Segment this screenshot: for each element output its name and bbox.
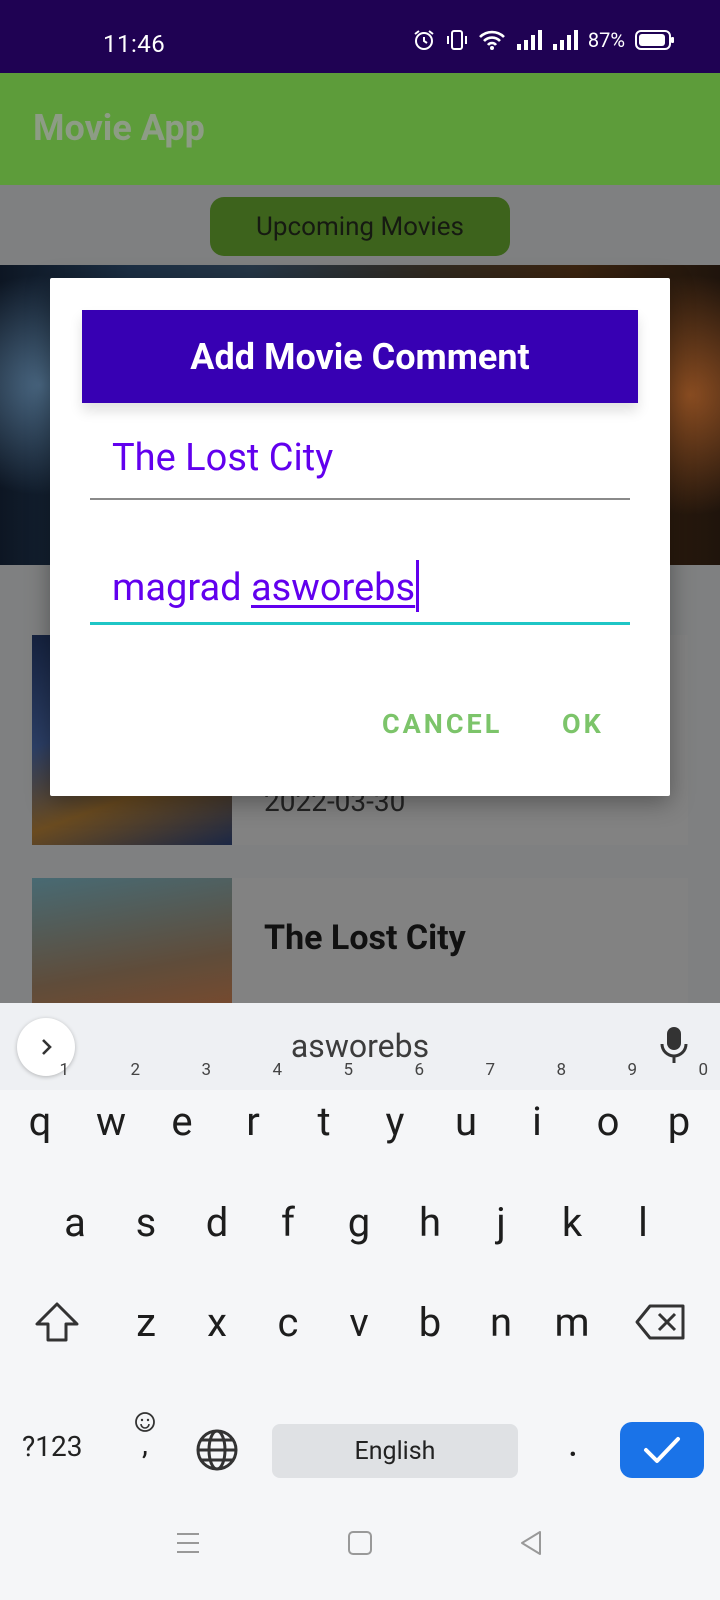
- key-g[interactable]: g: [324, 1183, 394, 1263]
- suggestion-word[interactable]: asworebs: [0, 1027, 720, 1065]
- app-title: Movie App: [33, 107, 205, 149]
- movie-title-field[interactable]: The Lost City: [90, 428, 630, 500]
- key-f[interactable]: f: [253, 1183, 323, 1263]
- key-a[interactable]: a: [40, 1183, 110, 1263]
- shift-key[interactable]: [22, 1280, 92, 1360]
- status-bar: 11:46 87%: [0, 0, 720, 73]
- key-hint-number: 3: [201, 1060, 211, 1080]
- symbols-key[interactable]: ?123: [22, 1430, 82, 1463]
- back-icon[interactable]: [518, 1529, 544, 1557]
- status-time: 11:46: [103, 30, 166, 58]
- key-label: q: [28, 1098, 52, 1145]
- enter-key[interactable]: [620, 1422, 704, 1478]
- key-w[interactable]: w2: [76, 1062, 146, 1162]
- key-s[interactable]: s: [111, 1183, 181, 1263]
- keyboard: q1w2e3r4t5y6u7i8o9p0 asdfghjkl zxcvbnm ?…: [0, 1062, 720, 1510]
- comma-label: ,: [142, 1427, 148, 1462]
- key-c[interactable]: c: [253, 1283, 323, 1363]
- key-label: e: [171, 1098, 193, 1145]
- key-hint-number: 7: [485, 1060, 495, 1080]
- checkmark-icon: [644, 1437, 680, 1463]
- battery-icon: [635, 30, 674, 50]
- signal-icon-1: [516, 30, 542, 50]
- movie-title-value: The Lost City: [112, 436, 334, 480]
- alarm-icon: [414, 30, 434, 50]
- cancel-button[interactable]: CANCEL: [382, 708, 502, 740]
- wifi-icon: [478, 30, 505, 50]
- key-label: i: [532, 1098, 542, 1145]
- key-label: y: [385, 1098, 405, 1145]
- key-k[interactable]: k: [537, 1183, 607, 1263]
- language-key[interactable]: [182, 1408, 252, 1478]
- comment-composing-text: asworebs: [251, 566, 416, 610]
- shift-icon: [35, 1302, 79, 1342]
- key-d[interactable]: d: [182, 1183, 252, 1263]
- key-i[interactable]: i8: [502, 1062, 572, 1162]
- globe-icon: [196, 1429, 238, 1471]
- key-v[interactable]: v: [324, 1283, 394, 1363]
- key-m[interactable]: m: [537, 1283, 607, 1363]
- key-n[interactable]: n: [466, 1283, 536, 1363]
- recent-apps-icon[interactable]: [175, 1530, 201, 1556]
- key-label: t: [317, 1098, 331, 1145]
- upcoming-row: Upcoming Movies: [0, 185, 720, 265]
- key-hint-number: 4: [272, 1060, 282, 1080]
- key-hint-number: 9: [627, 1060, 637, 1080]
- key-label: p: [667, 1098, 691, 1145]
- key-label: u: [454, 1098, 478, 1145]
- home-icon[interactable]: [347, 1530, 373, 1556]
- keyboard-suggestion-bar: asworebs: [0, 1003, 720, 1090]
- key-t[interactable]: t5: [289, 1062, 359, 1162]
- key-o[interactable]: o9: [573, 1062, 643, 1162]
- movie-title: The Lost City: [264, 918, 466, 958]
- key-hint-number: 6: [414, 1060, 424, 1080]
- key-hint-number: 5: [343, 1060, 353, 1080]
- key-x[interactable]: x: [182, 1283, 252, 1363]
- status-icons: 87%: [412, 28, 675, 52]
- comment-field[interactable]: magrad asworebs: [90, 552, 630, 625]
- comment-text: magrad: [112, 566, 251, 610]
- backspace-icon: [635, 1304, 685, 1340]
- key-label: r: [246, 1098, 260, 1145]
- key-u[interactable]: u7: [431, 1062, 501, 1162]
- add-comment-dialog: Add Movie Comment The Lost City magrad a…: [50, 278, 670, 796]
- text-cursor: [416, 560, 420, 612]
- key-y[interactable]: y6: [360, 1062, 430, 1162]
- app-bar: Movie App: [0, 73, 720, 185]
- vibrate-icon: [446, 30, 467, 50]
- voice-input-button[interactable]: [656, 1025, 692, 1069]
- system-navigation-bar: [0, 1510, 720, 1600]
- dialog-title: Add Movie Comment: [82, 310, 638, 403]
- battery-percent: 87%: [587, 28, 625, 52]
- key-q[interactable]: q1: [5, 1062, 75, 1162]
- emoji-comma-key[interactable]: ,: [110, 1408, 180, 1478]
- key-label: o: [596, 1098, 620, 1145]
- backspace-key[interactable]: [626, 1280, 696, 1360]
- key-l[interactable]: l: [608, 1183, 678, 1263]
- key-hint-number: 1: [59, 1060, 69, 1080]
- key-h[interactable]: h: [395, 1183, 465, 1263]
- key-b[interactable]: b: [395, 1283, 465, 1363]
- key-hint-number: 2: [130, 1060, 140, 1080]
- key-p[interactable]: p0: [644, 1062, 714, 1162]
- key-hint-number: 0: [698, 1060, 708, 1080]
- key-r[interactable]: r4: [218, 1062, 288, 1162]
- key-hint-number: 8: [556, 1060, 566, 1080]
- signal-icon-2: [552, 30, 578, 50]
- key-label: w: [95, 1098, 127, 1145]
- comment-value: magrad asworebs: [112, 560, 420, 612]
- upcoming-movies-button[interactable]: Upcoming Movies: [210, 197, 510, 256]
- key-z[interactable]: z: [111, 1283, 181, 1363]
- key-e[interactable]: e3: [147, 1062, 217, 1162]
- key-j[interactable]: j: [466, 1183, 536, 1263]
- spacebar-key[interactable]: English: [272, 1424, 518, 1478]
- period-key[interactable]: .: [538, 1408, 608, 1478]
- ok-button[interactable]: OK: [562, 708, 604, 740]
- microphone-icon: [660, 1027, 688, 1063]
